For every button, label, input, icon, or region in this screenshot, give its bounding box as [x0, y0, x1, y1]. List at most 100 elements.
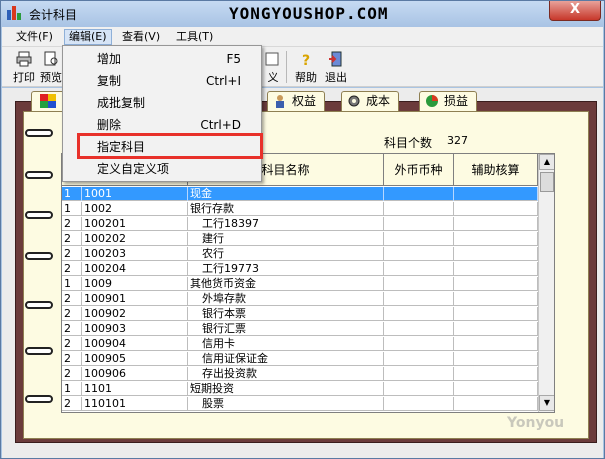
watermark-logo: Yonyou — [507, 415, 565, 431]
cell-currency — [384, 232, 454, 246]
menu-item-batch-copy-label: 成批复制 — [97, 96, 146, 110]
cell-currency — [384, 217, 454, 231]
tab-pl-label: 损益 — [444, 94, 469, 108]
binder-ring — [25, 171, 53, 179]
cell-aux — [454, 277, 538, 291]
tab-cost[interactable]: 成本 — [341, 91, 400, 111]
define-icon — [265, 52, 279, 66]
table-row[interactable]: 2 100905 信用证保证金 — [62, 352, 538, 366]
define-button[interactable]: 义 — [264, 49, 282, 85]
cell-level: 1 — [62, 187, 82, 201]
cell-name: 信用证保证金 — [188, 352, 384, 366]
close-button[interactable]: X — [549, 1, 601, 21]
cell-name: 短期投资 — [188, 382, 384, 396]
exit-icon — [329, 51, 342, 67]
menu-view[interactable]: 查看(V) — [118, 29, 164, 45]
menu-item-batch-copy[interactable]: 成批复制 — [65, 93, 259, 113]
svg-text:?: ? — [302, 53, 310, 67]
tab-cost-label: 成本 — [366, 94, 391, 108]
tab-equity-label: 权益 — [292, 94, 317, 108]
menu-item-copy[interactable]: 复制 Ctrl+I — [65, 71, 259, 91]
cell-currency — [384, 187, 454, 201]
cell-name: 其他货币资金 — [188, 277, 384, 291]
scroll-thumb[interactable] — [540, 172, 554, 192]
exit-button[interactable]: 退出 — [322, 49, 350, 85]
color-grid-icon — [40, 94, 56, 108]
edit-menu-dropdown: 增加 F5 复制 Ctrl+I 成批复制 删除 Ctrl+D 指定科目 定义自定义项 — [62, 45, 262, 182]
table-row[interactable]: 2 100906 存出投资款 — [62, 367, 538, 381]
cell-level: 2 — [62, 292, 82, 306]
vertical-scrollbar[interactable]: ▲ ▼ — [538, 154, 554, 412]
title-bar: 会计科目 YONGYOUSHOP.COM X — [1, 1, 604, 27]
cell-currency — [384, 262, 454, 276]
table-row[interactable]: 1 1009 其他货币资金 — [62, 277, 538, 291]
table-row[interactable]: 1 1001 现金 — [62, 187, 538, 201]
cell-code: 100202 — [82, 232, 188, 246]
menu-item-add[interactable]: 增加 F5 — [65, 49, 259, 69]
cell-aux — [454, 247, 538, 261]
cell-currency — [384, 307, 454, 321]
cell-currency — [384, 397, 454, 411]
cell-level: 2 — [62, 232, 82, 246]
table-row[interactable]: 2 100202 建行 — [62, 232, 538, 246]
cell-aux — [454, 367, 538, 381]
menu-item-delete[interactable]: 删除 Ctrl+D — [65, 115, 259, 135]
watermark-text: YONGYOUSHOP.COM — [229, 4, 389, 23]
gear-icon — [348, 95, 360, 107]
cell-currency — [384, 322, 454, 336]
menu-file[interactable]: 文件(F) — [12, 29, 57, 45]
app-window: 会计科目 YONGYOUSHOP.COM X 文件(F) 编辑(E) 查看(V)… — [0, 0, 605, 459]
help-button[interactable]: ? 帮助 — [292, 49, 320, 85]
cell-level: 2 — [62, 367, 82, 381]
table-row[interactable]: 1 1002 银行存款 — [62, 202, 538, 216]
binder-ring — [25, 395, 53, 403]
pie-chart-icon — [426, 95, 438, 107]
table-row[interactable]: 2 100904 信用卡 — [62, 337, 538, 351]
table-row[interactable]: 2 100201 工行18397 — [62, 217, 538, 231]
table-row[interactable]: 2 100203 农行 — [62, 247, 538, 261]
tab-equity[interactable]: 权益 — [267, 91, 326, 111]
cell-level: 2 — [62, 262, 82, 276]
table-row[interactable]: 2 100901 外埠存款 — [62, 292, 538, 306]
menu-tools[interactable]: 工具(T) — [172, 29, 217, 45]
cell-code: 100905 — [82, 352, 188, 366]
cell-aux — [454, 202, 538, 216]
highlight-annotation — [77, 133, 263, 159]
cell-name: 银行汇票 — [188, 322, 384, 336]
preview-button[interactable]: 预览 — [40, 49, 62, 85]
cell-aux — [454, 307, 538, 321]
binder-ring — [25, 129, 53, 137]
menu-edit[interactable]: 编辑(E) — [64, 29, 112, 45]
cell-code: 100204 — [82, 262, 188, 276]
define-label: 义 — [267, 71, 279, 84]
cell-name: 工行18397 — [188, 217, 384, 231]
header-aux-accounting[interactable]: 辅助核算 — [454, 154, 538, 186]
shortcut-add: F5 — [226, 52, 241, 66]
cell-aux — [454, 337, 538, 351]
table-row[interactable]: 1 1101 短期投资 — [62, 382, 538, 396]
preview-icon — [44, 51, 58, 66]
accounts-table: 科目名称 外币币种 辅助核算 1 1001 现金 1 1002 银行存款 2 100201 工行… — [61, 153, 555, 413]
cell-level: 2 — [62, 397, 82, 411]
cell-level: 2 — [62, 352, 82, 366]
menu-bar: 文件(F) 编辑(E) 查看(V) 工具(T) — [2, 27, 603, 47]
table-row[interactable]: 2 100204 工行19773 — [62, 262, 538, 276]
header-foreign-currency[interactable]: 外币币种 — [384, 154, 454, 186]
cell-currency — [384, 277, 454, 291]
tab-profit-loss[interactable]: 损益 — [419, 91, 478, 111]
cell-code: 100203 — [82, 247, 188, 261]
table-row[interactable]: 2 100903 银行汇票 — [62, 322, 538, 336]
shortcut-delete: Ctrl+D — [200, 118, 241, 132]
table-row[interactable]: 2 110101 股票 — [62, 397, 538, 411]
menu-item-define-custom[interactable]: 定义自定义项 — [65, 159, 259, 179]
menu-item-define-custom-label: 定义自定义项 — [97, 162, 170, 176]
print-button[interactable]: 打印 — [10, 49, 38, 85]
cell-aux — [454, 352, 538, 366]
binder-ring — [25, 301, 53, 309]
cell-aux — [454, 217, 538, 231]
cell-code: 1001 — [82, 187, 188, 201]
cell-level: 2 — [62, 307, 82, 321]
table-row[interactable]: 2 100902 银行本票 — [62, 307, 538, 321]
scroll-up-arrow-icon[interactable]: ▲ — [539, 154, 554, 170]
scroll-down-arrow-icon[interactable]: ▼ — [539, 395, 554, 411]
